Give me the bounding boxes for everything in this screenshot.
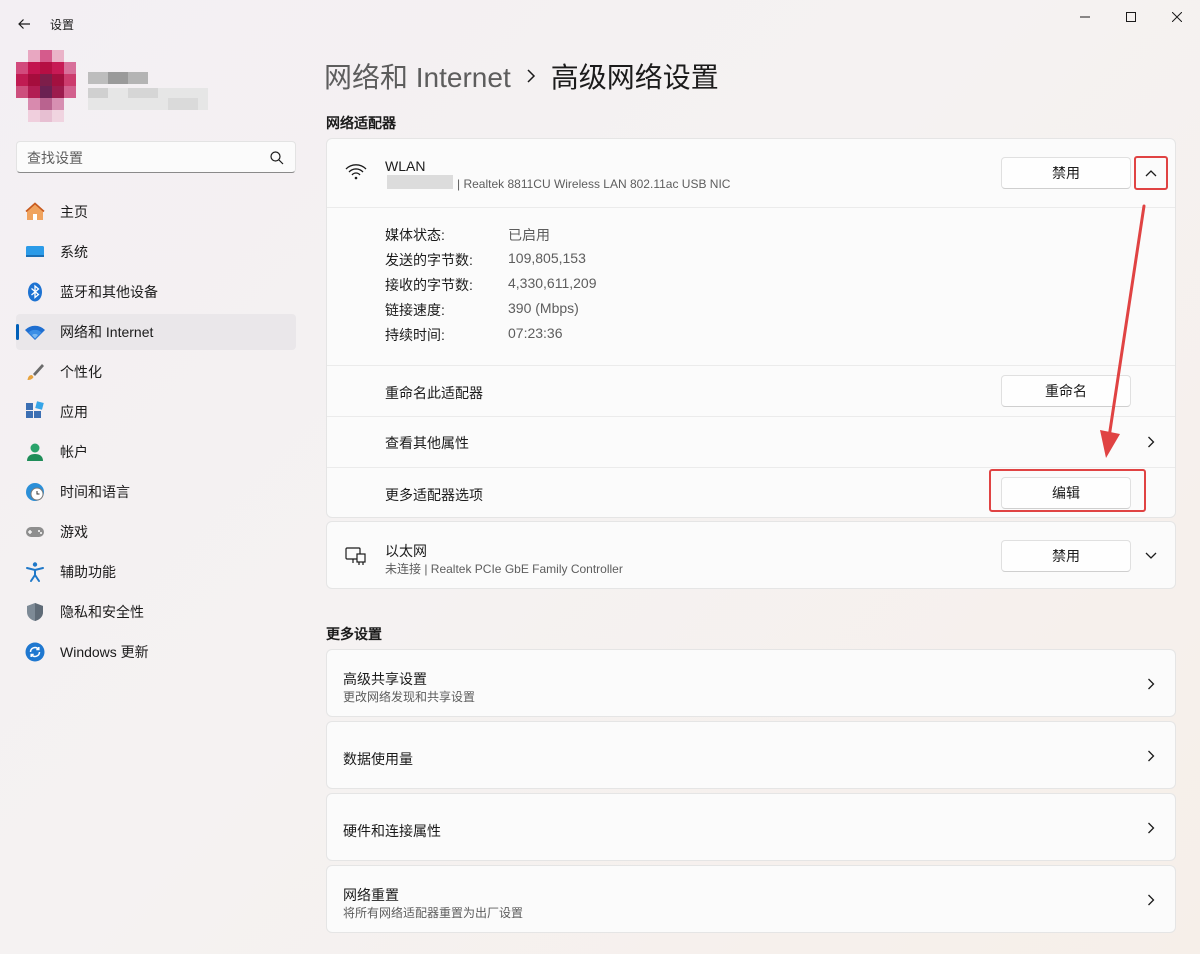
highlight-box-edit	[989, 469, 1146, 512]
chevron-right-icon	[525, 68, 537, 84]
prop-label-link-speed: 链接速度:	[385, 302, 445, 318]
chevron-right-icon	[1143, 892, 1159, 908]
sidebar-item-time-language[interactable]: 时间和语言	[16, 474, 296, 510]
redacted-text-block	[387, 175, 453, 189]
shield-icon	[24, 601, 46, 623]
gamepad-icon	[24, 521, 46, 543]
sidebar-item-personalization[interactable]: 个性化	[16, 354, 296, 390]
network-reset-row[interactable]: 网络重置 将所有网络适配器重置为出厂设置	[326, 865, 1176, 933]
back-arrow-icon	[18, 19, 30, 29]
maximize-icon	[1126, 12, 1136, 22]
sidebar-item-gaming[interactable]: 游戏	[16, 514, 296, 550]
chevron-right-icon	[1143, 820, 1159, 836]
maximize-button[interactable]	[1108, 4, 1154, 30]
view-other-properties-label: 查看其他属性	[385, 435, 469, 451]
search-input[interactable]	[27, 148, 267, 168]
back-button[interactable]	[12, 12, 36, 36]
prop-label-bytes-received: 接收的字节数:	[385, 277, 473, 293]
rename-adapter-label: 重命名此适配器	[385, 385, 483, 401]
wlan-adapter-card: WLAN | Realtek 8811CU Wireless LAN 802.1…	[326, 138, 1176, 518]
minimize-icon	[1080, 16, 1090, 18]
ethernet-disable-button[interactable]: 禁用	[1001, 540, 1131, 572]
clock-globe-icon	[24, 481, 46, 503]
data-usage-title: 数据使用量	[343, 751, 413, 767]
close-icon	[1172, 12, 1182, 22]
chevron-right-icon	[1143, 676, 1159, 692]
prop-label-bytes-sent: 发送的字节数:	[385, 252, 473, 268]
highlight-box-collapse	[1134, 156, 1168, 190]
search-icon[interactable]	[269, 150, 285, 166]
wlan-description: | Realtek 8811CU Wireless LAN 802.11ac U…	[457, 177, 731, 191]
wlan-disable-button[interactable]: 禁用	[1001, 157, 1131, 189]
sidebar-item-accessibility[interactable]: 辅助功能	[16, 554, 296, 590]
data-usage-row[interactable]: 数据使用量	[326, 721, 1176, 789]
minimize-button[interactable]	[1062, 4, 1108, 30]
advanced-sharing-settings-row[interactable]: 高级共享设置 更改网络发现和共享设置	[326, 649, 1176, 717]
prop-value-bytes-received: 4,330,611,209	[508, 275, 597, 291]
ethernet-description: 未连接 | Realtek PCIe GbE Family Controller	[385, 562, 623, 576]
profile-name-redacted	[88, 72, 208, 110]
breadcrumb-parent-link[interactable]: 网络和 Internet	[324, 56, 511, 96]
title-bar: 设置	[0, 0, 1200, 48]
advanced-sharing-subtitle: 更改网络发现和共享设置	[343, 690, 476, 704]
sidebar-item-network[interactable]: 网络和 Internet	[16, 314, 296, 350]
more-adapter-options-label: 更多适配器选项	[385, 487, 483, 503]
breadcrumb: 网络和 Internet 高级网络设置	[324, 56, 719, 96]
network-reset-title: 网络重置	[343, 887, 399, 903]
divider	[327, 365, 1175, 366]
sidebar-item-bluetooth[interactable]: 蓝牙和其他设备	[16, 274, 296, 310]
sidebar-item-system[interactable]: 系统	[16, 234, 296, 270]
sidebar-item-home[interactable]: 主页	[16, 194, 296, 230]
accessibility-icon	[24, 561, 46, 583]
chevron-right-icon	[1143, 748, 1159, 764]
system-icon	[24, 241, 46, 263]
account-icon	[24, 441, 46, 463]
prop-value-link-speed: 390 (Mbps)	[508, 300, 579, 316]
ethernet-name: 以太网	[385, 543, 427, 559]
update-icon	[24, 641, 46, 663]
section-title-adapters: 网络适配器	[326, 115, 396, 131]
hardware-properties-title: 硬件和连接属性	[343, 823, 441, 839]
wifi-icon	[24, 321, 46, 343]
prop-label-duration: 持续时间:	[385, 327, 445, 343]
prop-value-bytes-sent: 109,805,153	[508, 250, 586, 266]
apps-icon	[24, 401, 46, 423]
view-other-properties-row[interactable]: 查看其他属性	[327, 417, 1175, 467]
chevron-down-icon[interactable]	[1143, 548, 1159, 564]
wifi-signal-icon	[345, 163, 367, 186]
ethernet-icon	[345, 546, 367, 571]
section-title-more-settings: 更多设置	[326, 626, 382, 642]
annotation-arrow	[1100, 204, 1146, 458]
prop-label-media-state: 媒体状态:	[385, 227, 445, 243]
hardware-connection-properties-row[interactable]: 硬件和连接属性	[326, 793, 1176, 861]
app-title: 设置	[50, 18, 75, 32]
wlan-name: WLAN	[385, 158, 426, 174]
network-reset-subtitle: 将所有网络适配器重置为出厂设置	[343, 906, 524, 920]
sidebar-item-privacy[interactable]: 隐私和安全性	[16, 594, 296, 630]
advanced-sharing-title: 高级共享设置	[343, 671, 427, 687]
sidebar-item-accounts[interactable]: 帐户	[16, 434, 296, 470]
prop-value-duration: 07:23:36	[508, 325, 563, 341]
sidebar-item-apps[interactable]: 应用	[16, 394, 296, 430]
search-box[interactable]	[16, 141, 296, 173]
bluetooth-icon	[24, 281, 46, 303]
close-button[interactable]	[1154, 4, 1200, 30]
divider	[327, 207, 1175, 208]
brush-icon	[24, 361, 46, 383]
page-title: 高级网络设置	[550, 62, 719, 93]
home-icon	[24, 201, 46, 223]
prop-value-media-state: 已启用	[508, 227, 550, 243]
sidebar-nav: 主页 系统 蓝牙和其他设备 网络和 Internet 个性化 应用 帐户 时间和…	[16, 194, 296, 674]
sidebar-item-windows-update[interactable]: Windows 更新	[16, 634, 296, 670]
divider	[327, 467, 1175, 468]
avatar[interactable]	[16, 50, 76, 122]
ethernet-adapter-card[interactable]: 以太网 未连接 | Realtek PCIe GbE Family Contro…	[326, 521, 1176, 589]
wlan-header[interactable]: WLAN | Realtek 8811CU Wireless LAN 802.1…	[327, 139, 1175, 207]
